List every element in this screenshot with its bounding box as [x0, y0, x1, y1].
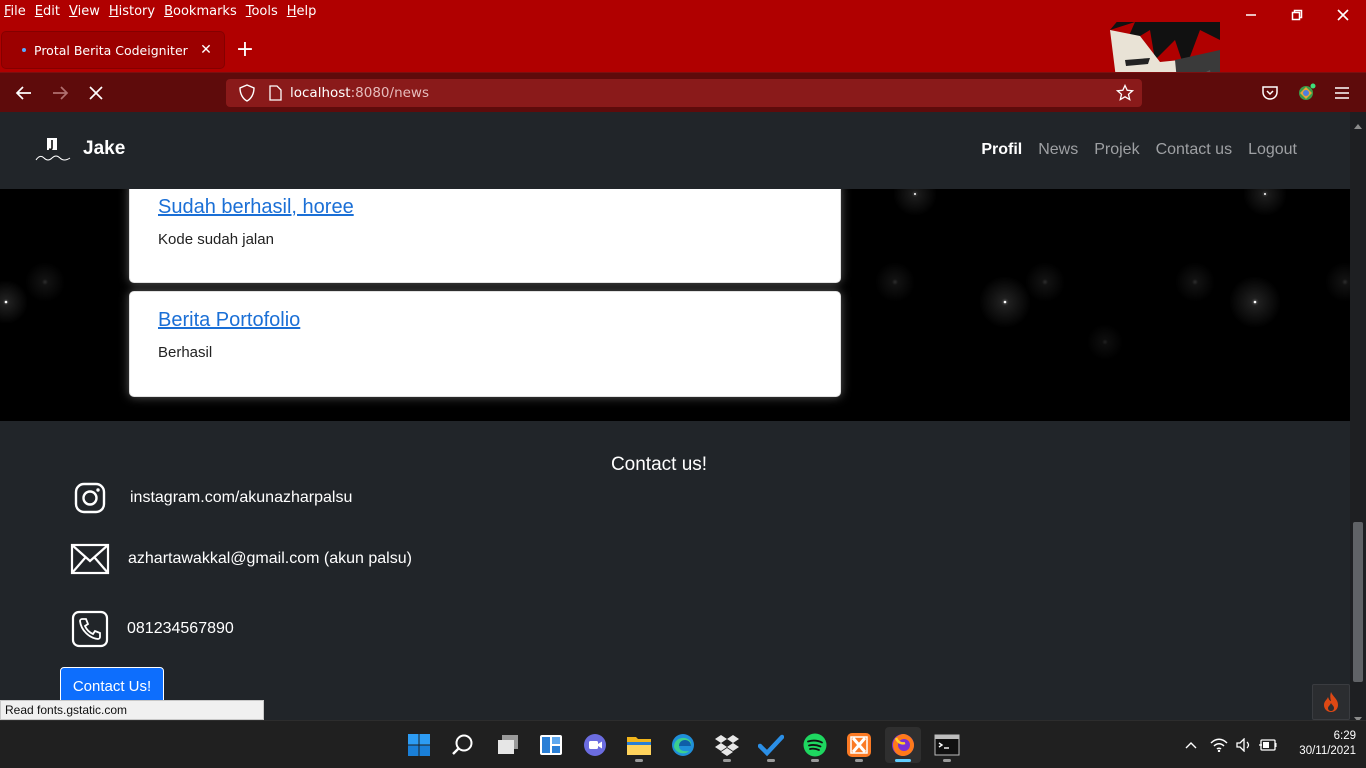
contact-email: azhartawakkal@gmail.com (akun palsu) — [70, 539, 412, 579]
loading-dot-icon — [22, 48, 26, 52]
news-body: Berhasil — [158, 344, 213, 361]
speaker-icon[interactable] — [1232, 738, 1256, 752]
menu-help[interactable]: Help — [287, 4, 317, 19]
menu-view[interactable]: View — [69, 4, 100, 19]
terminal-icon[interactable] — [929, 727, 965, 763]
contact-phone: 081234567890 — [70, 609, 234, 649]
address-bar[interactable]: localhost:8080/news — [226, 79, 1142, 107]
brand-name[interactable]: Jake — [83, 138, 125, 160]
xampp-icon[interactable] — [841, 727, 877, 763]
brand-logo[interactable] — [34, 136, 72, 164]
page-scrollbar[interactable] — [1350, 112, 1366, 722]
chevron-up-icon[interactable] — [1180, 741, 1202, 749]
menu-bar: File Edit View History Bookmarks Tools H… — [0, 0, 1366, 22]
menu-file[interactable]: File — [4, 4, 26, 19]
menu-tools[interactable]: Tools — [246, 4, 278, 19]
menu-edit[interactable]: Edit — [35, 4, 60, 19]
tab-strip: Protal Berita Codeigniter ✕ + — [0, 30, 1366, 72]
dropbox-icon[interactable] — [709, 727, 745, 763]
shield-icon[interactable] — [232, 84, 262, 102]
pocket-icon[interactable] — [1256, 79, 1284, 107]
running-indicator — [635, 759, 643, 762]
menu-history[interactable]: History — [109, 4, 155, 19]
widgets-icon[interactable] — [533, 727, 569, 763]
instagram-icon — [70, 478, 110, 518]
nav-logout[interactable]: Logout — [1248, 141, 1297, 159]
spotify-icon[interactable] — [797, 727, 833, 763]
minimize-button[interactable] — [1228, 0, 1274, 30]
tab-active[interactable]: Protal Berita Codeigniter ✕ — [2, 32, 224, 68]
news-title-link[interactable]: Berita Portofolio — [158, 309, 300, 332]
task-view-icon[interactable] — [490, 727, 526, 763]
news-title-link[interactable]: Sudah berhasil, horee — [158, 196, 354, 219]
instagram-text: instagram.com/akunazharpalsu — [130, 489, 353, 506]
tab-title: Protal Berita Codeigniter — [34, 42, 188, 58]
navigation-toolbar: localhost:8080/news — [0, 72, 1366, 112]
forward-button[interactable] — [46, 79, 74, 107]
system-clock[interactable]: 6:29 30/11/2021 — [1286, 729, 1356, 759]
bookmark-star-icon[interactable] — [1115, 83, 1135, 106]
scroll-thumb[interactable] — [1353, 522, 1363, 682]
teams-chat-icon[interactable] — [577, 727, 613, 763]
page-info-icon[interactable] — [262, 85, 288, 101]
scroll-up-arrow-icon[interactable] — [1354, 114, 1362, 133]
firefox-icon[interactable] — [885, 727, 921, 763]
new-tab-button[interactable]: + — [232, 38, 258, 64]
page-viewport: Jake Profil News Projek Contact us Logou… — [0, 112, 1350, 720]
running-indicator — [895, 759, 911, 762]
running-indicator — [855, 759, 863, 762]
url-path: :8080/news — [350, 85, 429, 101]
phone-icon — [70, 609, 110, 649]
footer-title: Contact us! — [610, 454, 708, 475]
start-icon[interactable] — [401, 727, 437, 763]
news-card: Berita Portofolio Berhasil — [129, 291, 841, 397]
contact-instagram: instagram.com/akunazharpalsu — [70, 478, 352, 518]
codeigniter-debug-toolbar-button[interactable] — [1312, 684, 1350, 720]
extension-icon[interactable] — [1292, 79, 1320, 107]
close-window-button[interactable] — [1320, 0, 1366, 30]
site-nav-links: Profil News Projek Contact us Logout — [965, 141, 1297, 159]
hamburger-menu-icon[interactable] — [1328, 79, 1356, 107]
stop-loading-button[interactable] — [82, 79, 110, 107]
back-button[interactable] — [10, 79, 38, 107]
mail-icon — [70, 539, 110, 579]
url-text: localhost:8080/news — [290, 85, 429, 101]
flame-icon — [1324, 692, 1338, 712]
running-indicator — [723, 759, 731, 762]
news-card: Sudah berhasil, horee Kode sudah jalan — [129, 182, 841, 283]
battery-icon[interactable] — [1256, 739, 1280, 751]
clock-time: 6:29 — [1333, 730, 1356, 742]
menu-bookmarks[interactable]: Bookmarks — [164, 4, 237, 19]
clock-date: 30/11/2021 — [1299, 745, 1356, 757]
windows-taskbar: 6:29 30/11/2021 — [0, 720, 1366, 768]
news-body: Kode sudah jalan — [158, 231, 274, 248]
nav-contact-us[interactable]: Contact us — [1156, 141, 1232, 159]
nav-profil[interactable]: Profil — [981, 141, 1022, 159]
system-tray — [1180, 721, 1280, 768]
phone-text: 081234567890 — [127, 620, 234, 637]
wifi-icon[interactable] — [1206, 738, 1232, 752]
edge-icon[interactable] — [665, 727, 701, 763]
file-explorer-icon[interactable] — [621, 727, 657, 763]
search-icon[interactable] — [445, 727, 481, 763]
email-text: azhartawakkal@gmail.com (akun palsu) — [128, 550, 412, 567]
site-navbar: Jake Profil News Projek Contact us Logou… — [0, 112, 1350, 189]
running-indicator — [767, 759, 775, 762]
restore-button[interactable] — [1274, 0, 1320, 30]
running-indicator — [811, 759, 819, 762]
nav-news[interactable]: News — [1038, 141, 1078, 159]
url-host: localhost — [290, 85, 351, 101]
running-indicator — [943, 759, 951, 762]
tab-close-icon[interactable]: ✕ — [194, 42, 218, 58]
footer-contact: Contact us! instagram.com/akunazharpalsu… — [0, 421, 1350, 720]
nav-projek[interactable]: Projek — [1094, 141, 1139, 159]
status-bar: Read fonts.gstatic.com — [0, 700, 264, 720]
todo-icon[interactable] — [753, 727, 789, 763]
